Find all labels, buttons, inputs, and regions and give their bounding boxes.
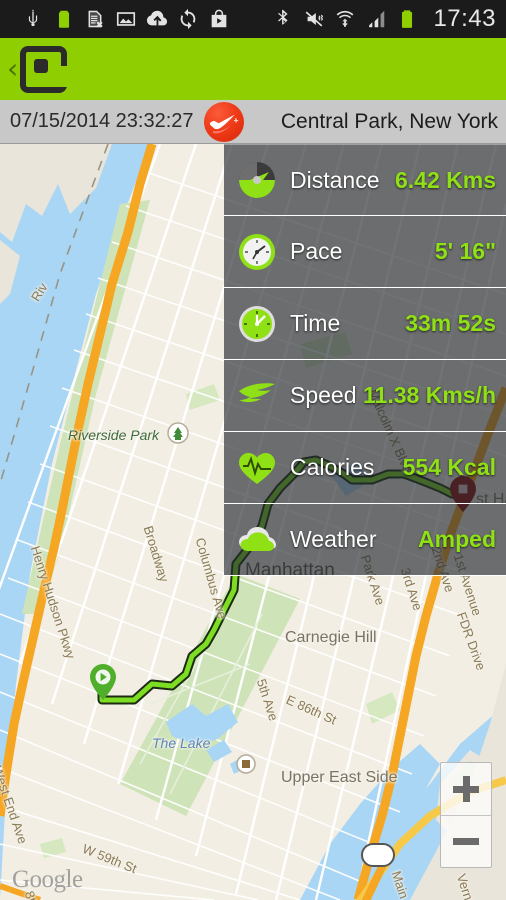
stat-row-speed[interactable]: Speed 11.38 Kms/h	[224, 360, 506, 432]
nike-plus-logo-icon	[203, 101, 244, 142]
speed-wing-icon	[236, 375, 278, 417]
stat-value: 33m 52s	[405, 310, 496, 336]
stat-label: Weather	[290, 526, 377, 552]
plus-icon	[453, 776, 479, 802]
run-datetime-label: 07/15/2014 23:32:27	[10, 110, 194, 132]
app-action-bar: ‹	[0, 38, 506, 100]
cellular-signal-icon	[369, 10, 385, 28]
run-stats-panel: Distance 6.42 Kms Pace 5' 16" Time 33m 52s Spe…	[224, 144, 506, 578]
status-bar-right-icons: 17:43	[272, 5, 506, 33]
battery-charging-icon: 100%	[34, 7, 75, 45]
status-bar-left-icons: 100%	[0, 7, 272, 45]
zoom-in-button[interactable]	[441, 763, 491, 815]
stat-label: Calories	[290, 454, 375, 480]
calories-heart-icon	[236, 447, 278, 489]
stat-label: Pace	[290, 238, 343, 264]
stat-label: Time	[290, 310, 341, 336]
run-location-label: Central Park, New York	[280, 109, 498, 133]
zoom-out-button[interactable]	[441, 815, 491, 867]
stat-row-time[interactable]: Time 33m 52s	[224, 288, 506, 360]
android-status-bar: 100%	[0, 0, 506, 45]
stat-row-distance[interactable]: Distance 6.42 Kms	[224, 144, 506, 216]
stat-label: Speed	[290, 382, 357, 408]
battery-icon	[402, 10, 413, 28]
stat-value: 5' 16"	[434, 238, 496, 264]
route-start-marker[interactable]	[90, 664, 116, 700]
google-attribution: Google	[12, 866, 83, 893]
app-logo-icon[interactable]	[20, 45, 68, 93]
stat-value: 11.38 Kms/h	[363, 382, 496, 408]
minus-icon	[453, 838, 479, 845]
play-store-icon	[211, 9, 227, 28]
map-zoom-controls[interactable]	[440, 762, 492, 868]
bluetooth-icon	[278, 9, 289, 25]
stat-label: Distance	[290, 166, 380, 193]
run-info-subheader: 07/15/2014 23:32:27 Central Park, New Yo…	[0, 100, 506, 144]
stat-value: Amped	[418, 526, 496, 552]
sim-card-error-icon	[88, 10, 103, 28]
app-root: 100%	[0, 0, 506, 900]
cloud-upload-icon	[146, 10, 168, 26]
vibrate-mute-icon	[306, 11, 324, 27]
wifi-transfer-icon	[337, 10, 354, 27]
pace-stopwatch-icon	[236, 231, 278, 273]
back-button[interactable]: ‹	[7, 55, 18, 83]
stat-value: 6.42 Kms	[394, 166, 496, 193]
stat-row-pace[interactable]: Pace 5' 16"	[224, 216, 506, 288]
usb-icon	[28, 9, 38, 27]
stat-row-calories[interactable]: Calories 554 Kcal	[224, 432, 506, 504]
distance-speedometer-icon	[236, 159, 278, 201]
weather-cloud-icon	[236, 519, 278, 561]
status-bar-clock: 17:43	[433, 5, 496, 32]
screenshot-image-icon	[116, 12, 136, 26]
sync-icon	[180, 8, 196, 30]
stat-row-weather[interactable]: Weather Amped	[224, 504, 506, 576]
stat-value: 554 Kcal	[402, 454, 496, 480]
time-clock-icon	[236, 303, 278, 345]
